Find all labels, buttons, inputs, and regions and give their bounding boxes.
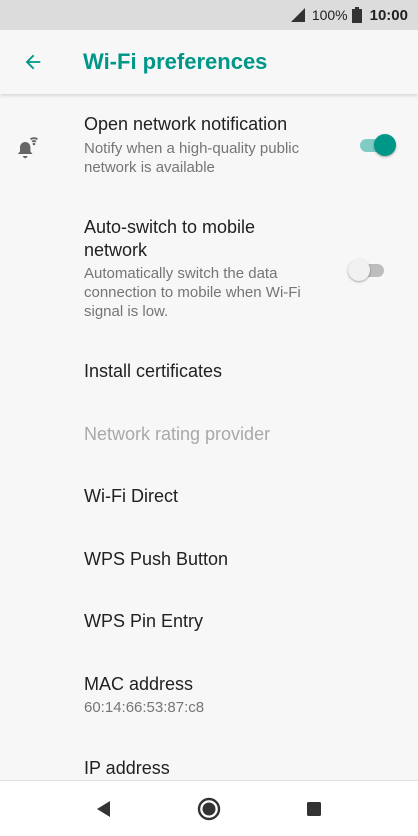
wps-push-button-item[interactable]: WPS Push Button — [0, 531, 418, 587]
auto-switch-title: Auto-switch to mobile network — [84, 217, 256, 260]
preferences-list: Open network notification Notify when a … — [0, 94, 418, 780]
wifi-direct-title: Wi-Fi Direct — [84, 486, 178, 506]
auto-switch-subtitle: Automatically switch the data connection… — [84, 265, 301, 320]
install-certificates-title: Install certificates — [84, 361, 223, 381]
network-rating-provider-title: Network rating provider — [84, 424, 271, 444]
back-button[interactable] — [13, 42, 53, 82]
wps-pin-entry-title: WPS Pin Entry — [84, 611, 204, 631]
ip-address-item: IP address — [0, 740, 418, 780]
auto-switch-toggle[interactable] — [348, 258, 388, 282]
clock: 10:00 — [369, 6, 408, 24]
toggle-thumb — [374, 134, 396, 156]
wps-pin-entry-item[interactable]: WPS Pin Entry — [0, 593, 418, 649]
mac-address-title: MAC address — [84, 674, 194, 694]
ip-address-title: IP address — [84, 758, 170, 778]
back-arrow-icon — [25, 54, 41, 70]
status-bar: 100% 10:00 — [0, 0, 418, 30]
open-network-notification-item[interactable]: Open network notification Notify when a … — [0, 94, 418, 190]
network-rating-provider-item: Network rating provider — [0, 406, 418, 462]
navigation-bar — [0, 780, 418, 836]
nav-home-icon[interactable] — [195, 795, 223, 823]
auto-switch-mobile-network-item[interactable]: Auto-switch to mobile network Automatica… — [0, 198, 418, 328]
screen: 100% 10:00 Wi-Fi preferences Open networ… — [0, 0, 418, 836]
install-certificates-item[interactable]: Install certificates — [0, 344, 418, 400]
nav-back-icon[interactable] — [90, 795, 118, 823]
app-bar: Wi-Fi preferences — [0, 30, 418, 94]
battery-icon — [351, 7, 362, 23]
cell-signal-icon — [290, 8, 305, 22]
toggle-thumb — [348, 259, 370, 281]
mac-address-item: MAC address 60:14:66:53:87:c8 — [0, 656, 418, 732]
wps-push-button-title: WPS Push Button — [84, 549, 229, 569]
open-network-notification-toggle[interactable] — [358, 133, 398, 157]
wifi-direct-item[interactable]: Wi-Fi Direct — [0, 468, 418, 524]
page-title: Wi-Fi preferences — [83, 49, 268, 74]
notification-wifi-icon — [17, 137, 38, 159]
open-network-notification-subtitle: Notify when a high-quality public networ… — [84, 140, 300, 176]
open-network-notification-title: Open network notification — [84, 114, 288, 134]
nav-recents-icon[interactable] — [300, 795, 328, 823]
battery-percent: 100% — [311, 7, 348, 23]
mac-address-value: 60:14:66:53:87:c8 — [84, 699, 205, 716]
